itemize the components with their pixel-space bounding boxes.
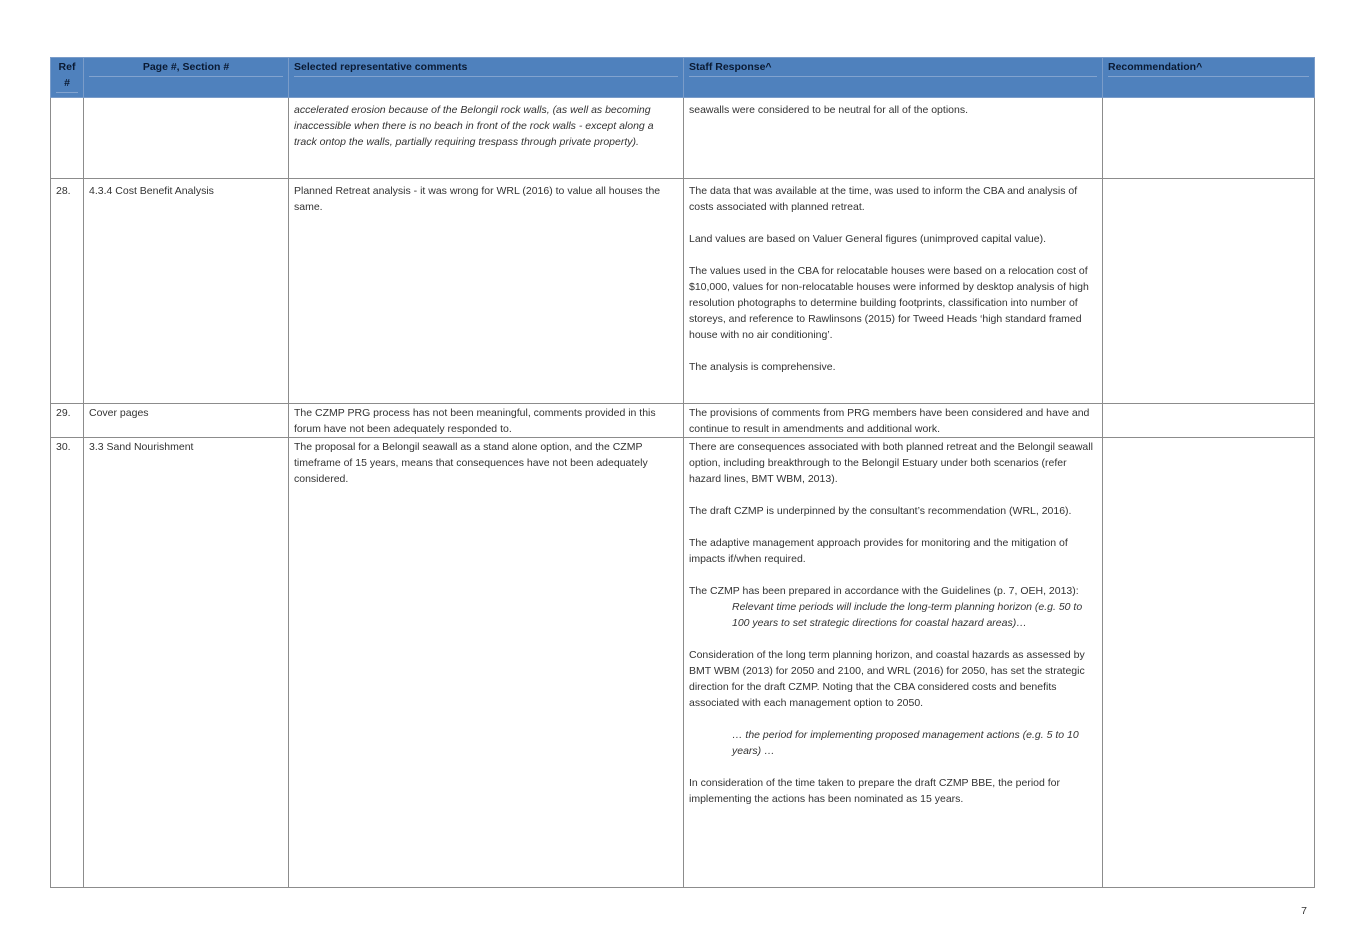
response-paragraph: Land values are based on Valuer General … (689, 233, 1047, 245)
response-paragraph: The CZMP has been prepared in accordance… (689, 585, 1079, 597)
cell-recommendation (1102, 437, 1315, 888)
cell-response: The data that was available at the time,… (683, 178, 1103, 404)
response-paragraph: The draft CZMP is underpinned by the con… (689, 505, 1072, 517)
response-paragraph: The analysis is comprehensive. (689, 361, 836, 373)
response-paragraph: There are consequences associated with b… (689, 441, 1093, 485)
cell-section: 4.3.4 Cost Benefit Analysis (83, 178, 289, 404)
cell-section: 3.3 Sand Nourishment (83, 437, 289, 888)
cell-comment: Planned Retreat analysis - it was wrong … (288, 178, 684, 404)
response-paragraph: The adaptive management approach provide… (689, 537, 1068, 565)
response-paragraph: The values used in the CBA for relocatab… (689, 265, 1089, 341)
response-quote: Relevant time periods will include the l… (732, 601, 1083, 629)
header-page-section: Page #, Section # (83, 57, 289, 98)
cell-ref (50, 97, 84, 179)
header-ref: Ref # (50, 57, 84, 98)
cell-ref: 28. (50, 178, 84, 404)
comments-table: Ref # Page #, Section # Selected represe… (50, 57, 1315, 888)
cell-ref: 30. (50, 437, 84, 888)
table-row: accelerated erosion because of the Belon… (50, 97, 1315, 179)
cell-response: seawalls were considered to be neutral f… (683, 97, 1103, 179)
cell-comment: The CZMP PRG process has not been meanin… (288, 403, 684, 438)
header-staff-response: Staff Response^ (683, 57, 1103, 98)
response-paragraph: In consideration of the time taken to pr… (689, 777, 1061, 805)
table-row: 29. Cover pages The CZMP PRG process has… (50, 403, 1315, 438)
response-paragraph: Consideration of the long term planning … (689, 649, 1085, 709)
cell-recommendation (1102, 97, 1315, 179)
cell-response: The provisions of comments from PRG memb… (683, 403, 1103, 438)
page-number: 7 (1301, 905, 1307, 917)
cell-comment: The proposal for a Belongil seawall as a… (288, 437, 684, 888)
cell-response: There are consequences associated with b… (683, 437, 1103, 888)
header-recommendation: Recommendation^ (1102, 57, 1315, 98)
cell-recommendation (1102, 178, 1315, 404)
response-paragraph: The data that was available at the time,… (689, 185, 1078, 213)
response-paragraph: seawalls were considered to be neutral f… (689, 104, 968, 116)
response-paragraph: The provisions of comments from PRG memb… (689, 407, 1090, 435)
cell-comment: accelerated erosion because of the Belon… (288, 97, 684, 179)
header-comments: Selected representative comments (288, 57, 684, 98)
table-row: 28. 4.3.4 Cost Benefit Analysis Planned … (50, 178, 1315, 404)
cell-section: Cover pages (83, 403, 289, 438)
response-quote: … the period for implementing proposed m… (732, 729, 1079, 757)
table-header-row: Ref # Page #, Section # Selected represe… (50, 57, 1315, 98)
cell-ref: 29. (50, 403, 84, 438)
cell-section (83, 97, 289, 179)
cell-recommendation (1102, 403, 1315, 438)
table-row: 30. 3.3 Sand Nourishment The proposal fo… (50, 437, 1315, 888)
